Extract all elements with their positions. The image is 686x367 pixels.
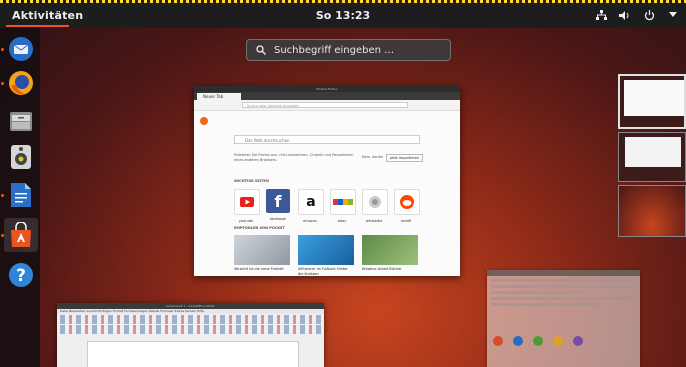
pocket-story[interactable]: Influencer im Fußball: Hinter die Kuliss… bbox=[298, 235, 354, 276]
speaker-icon bbox=[11, 145, 31, 169]
bag-icon bbox=[11, 222, 31, 247]
system-tray[interactable] bbox=[594, 8, 680, 22]
firefox-window-preview[interactable]: Mozilla Firefox Neuer Tab Suche oder Adr… bbox=[194, 86, 460, 276]
help-icon: ? bbox=[9, 263, 33, 287]
youtube-icon bbox=[240, 197, 254, 207]
document-page bbox=[87, 341, 299, 367]
workspace-window bbox=[625, 137, 681, 167]
files-icon bbox=[10, 112, 32, 131]
ebay-icon bbox=[333, 199, 353, 205]
reddit-icon bbox=[400, 195, 414, 209]
pocket-heading: EMPFOHLEN VON POCKET bbox=[234, 226, 285, 230]
top-bar: Aktivitäten So 13:23 bbox=[0, 3, 686, 28]
no-thanks-link[interactable]: Nein, danke bbox=[362, 155, 383, 159]
running-indicator bbox=[1, 234, 4, 237]
activities-indicator bbox=[6, 25, 69, 27]
top-site-tile[interactable]: reddit bbox=[394, 189, 420, 223]
import-note: Probieren Sie Firefox aus, mit Lesezeich… bbox=[234, 153, 354, 162]
running-indicator bbox=[1, 82, 4, 85]
dock-item-firefox[interactable] bbox=[1, 68, 36, 98]
pocket-story[interactable]: Verzicht ist die neue Freiheit bbox=[234, 235, 290, 272]
top-site-tile[interactable]: a amazon bbox=[298, 189, 324, 223]
network-icon[interactable] bbox=[594, 8, 608, 22]
nav-bar: Suche oder Adresse eingeben bbox=[194, 100, 460, 111]
running-indicator bbox=[1, 48, 4, 51]
workspace-thumbnail-3[interactable] bbox=[618, 185, 686, 237]
story-image bbox=[362, 235, 418, 265]
dock-item-rhythmbox[interactable] bbox=[6, 142, 36, 172]
url-bar[interactable]: Suche oder Adresse eingeben bbox=[242, 102, 408, 108]
amazon-icon: a bbox=[306, 194, 316, 210]
new-tab-page: Das Web durchsuchen Probieren Sie Firefo… bbox=[194, 111, 460, 276]
content-line bbox=[491, 297, 636, 300]
window-header bbox=[487, 270, 640, 276]
dock-item-writer[interactable] bbox=[1, 180, 36, 210]
chevron-down-icon[interactable] bbox=[666, 8, 680, 22]
search-input[interactable] bbox=[272, 43, 446, 57]
tab-new[interactable]: Neuer Tab bbox=[197, 93, 241, 100]
content-line bbox=[491, 279, 636, 282]
dock-item-help[interactable]: ? bbox=[6, 260, 36, 290]
toolbar bbox=[60, 315, 321, 324]
top-sites-heading: WICHTIGE SEITEN bbox=[234, 179, 269, 183]
dock: ? bbox=[0, 28, 40, 367]
story-image bbox=[234, 235, 290, 265]
top-dotted-border bbox=[0, 0, 686, 3]
app-icon bbox=[573, 336, 583, 346]
firefox-icon bbox=[9, 71, 33, 95]
app-icon bbox=[493, 336, 503, 346]
firefox-logo-icon bbox=[200, 117, 208, 125]
app-icon bbox=[513, 336, 523, 346]
writer-window-preview[interactable]: Unbenannt 1 - LibreOffice Writer Datei B… bbox=[57, 303, 324, 367]
dock-item-thunderbird[interactable] bbox=[1, 34, 36, 64]
content-line bbox=[491, 303, 599, 306]
top-site-tile[interactable]: f facebook bbox=[266, 189, 290, 221]
workspace-window bbox=[624, 80, 684, 116]
search-icon bbox=[256, 45, 266, 55]
wikipedia-icon bbox=[369, 196, 381, 208]
app-icon-row bbox=[493, 336, 583, 346]
svg-text:?: ? bbox=[16, 266, 26, 286]
power-icon[interactable] bbox=[642, 8, 656, 22]
import-button[interactable]: Jetzt importieren bbox=[386, 154, 424, 162]
facebook-icon: f bbox=[274, 191, 282, 211]
workspace-thumbnail-2[interactable] bbox=[618, 132, 686, 182]
dock-item-files[interactable] bbox=[6, 106, 36, 136]
content-line bbox=[491, 285, 636, 288]
page-search-input[interactable]: Das Web durchsuchen bbox=[234, 135, 420, 144]
top-site-tile[interactable]: youtube bbox=[234, 189, 260, 223]
volume-icon[interactable] bbox=[618, 8, 632, 22]
app-icon bbox=[533, 336, 543, 346]
activities-search-field[interactable] bbox=[246, 39, 451, 61]
tab-strip: Neuer Tab bbox=[194, 92, 460, 100]
content-line bbox=[491, 291, 583, 294]
clock[interactable]: So 13:23 bbox=[0, 9, 686, 22]
formatting-toolbar bbox=[60, 325, 321, 334]
writer-icon bbox=[11, 183, 31, 207]
dock-item-software[interactable] bbox=[1, 218, 38, 252]
workspace-thumbnail-1[interactable] bbox=[618, 74, 686, 129]
pocket-story[interactable]: Kreative Arbeit Bücher bbox=[362, 235, 418, 272]
story-image bbox=[298, 235, 354, 265]
thunderbird-icon bbox=[9, 37, 33, 61]
app-icon bbox=[553, 336, 563, 346]
top-site-tile[interactable]: ebay bbox=[330, 189, 356, 223]
top-site-tile[interactable]: wikipedia bbox=[362, 189, 388, 223]
software-window-preview[interactable] bbox=[487, 270, 640, 367]
menu-bar: Datei Bearbeiten Ansicht Einfügen Format… bbox=[57, 309, 324, 314]
running-indicator bbox=[1, 194, 4, 197]
